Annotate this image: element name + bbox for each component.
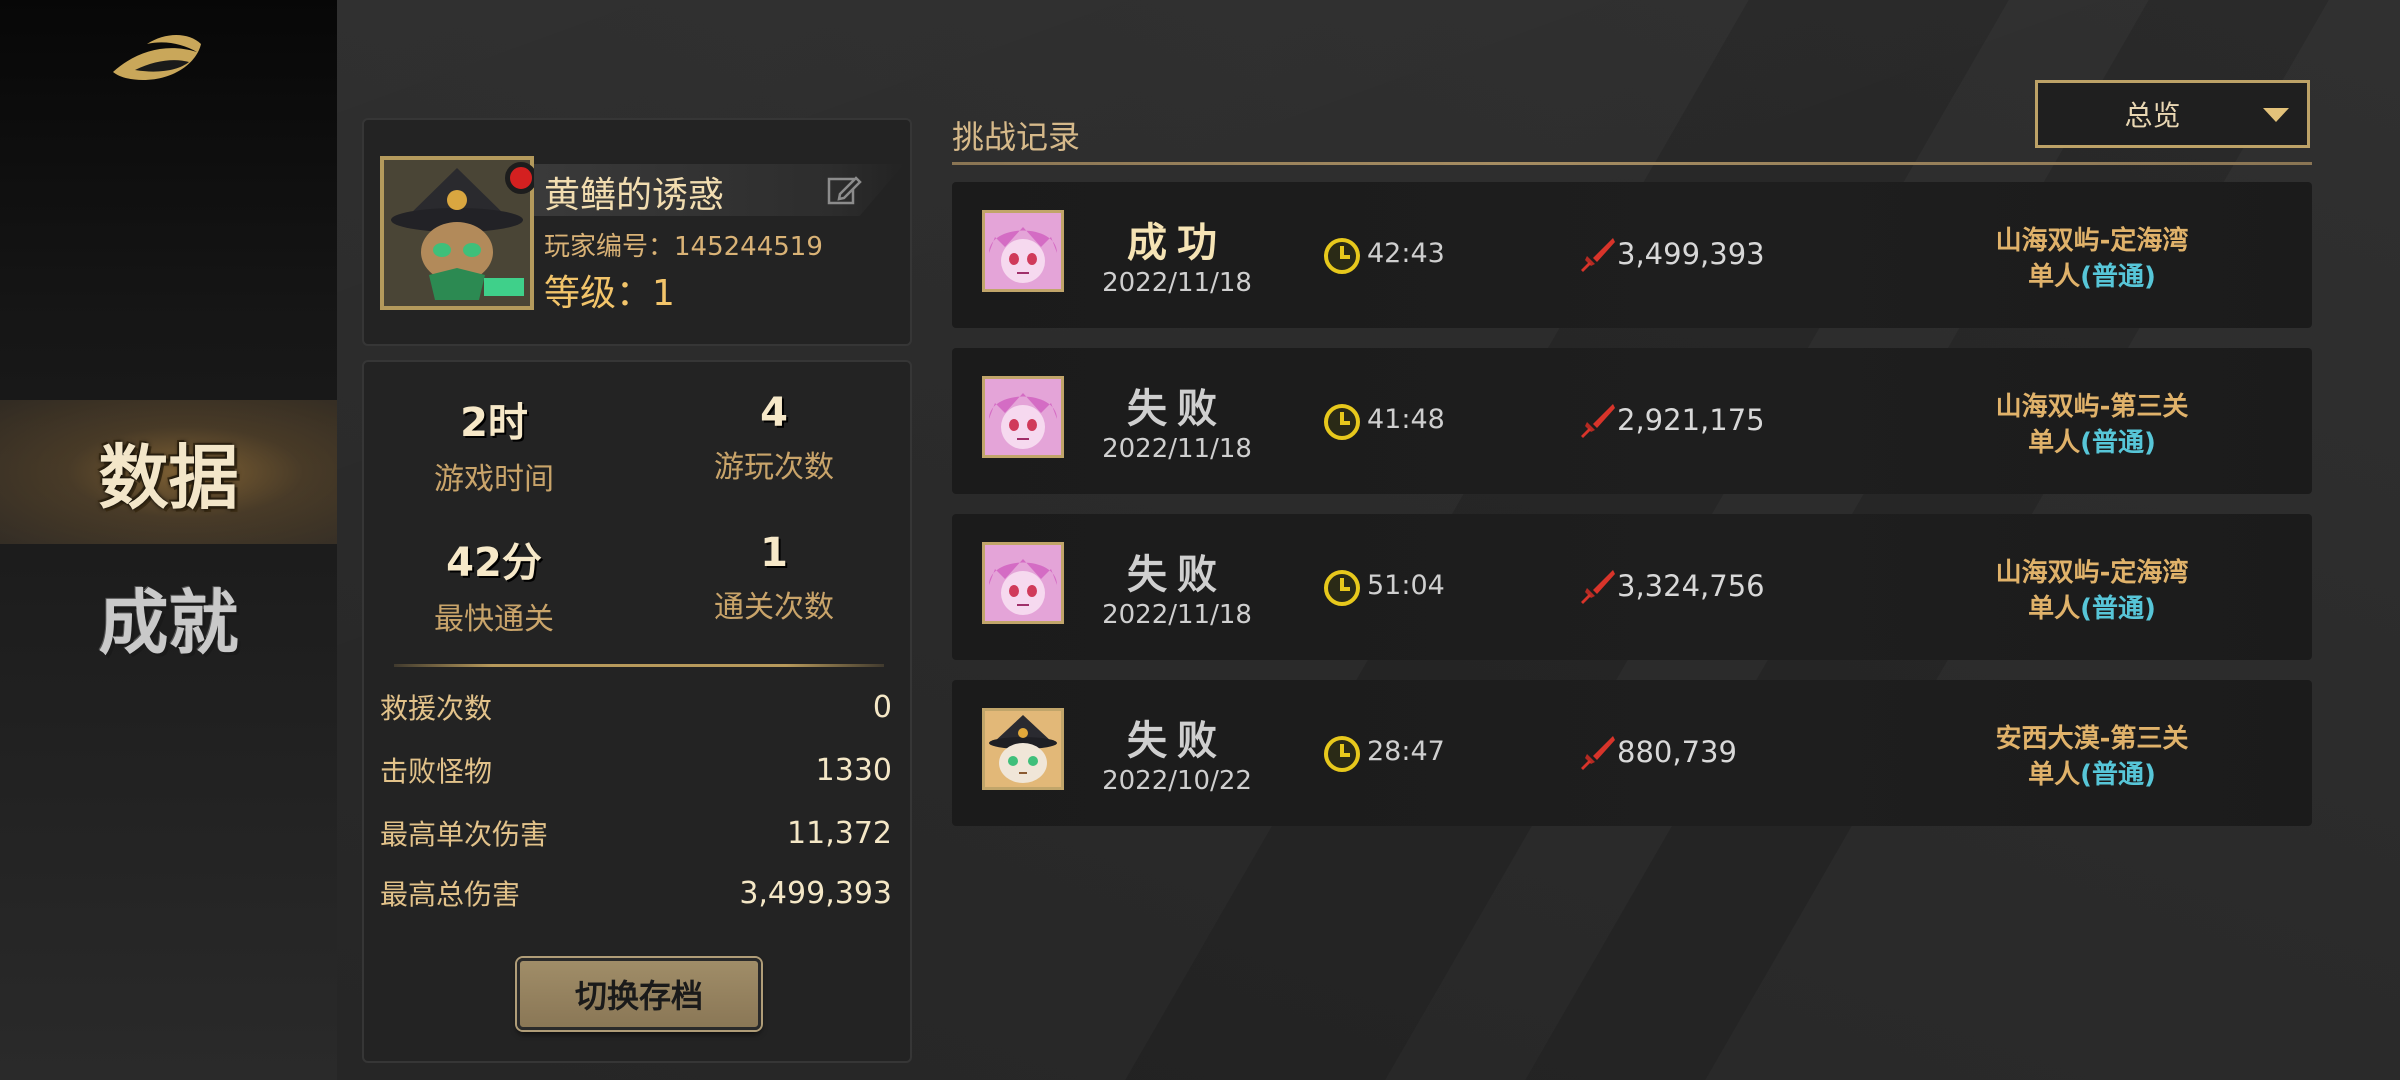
stat-clear-count: 1 通关次数: [644, 530, 904, 626]
sidebar-item-label: 数据: [98, 435, 239, 519]
record-damage: 880,739: [1617, 735, 1737, 769]
row-label: 救援次数: [380, 692, 493, 725]
record-row[interactable]: 失败 2022/11/18 51:04 3,324,756 山海双屿-定海湾 单…: [952, 514, 2312, 660]
record-time: 28:47: [1367, 736, 1445, 767]
character-avatar-pink: [982, 210, 1064, 292]
record-date: 2022/11/18: [1102, 434, 1252, 464]
sword-icon: [1581, 736, 1615, 770]
profile-card: 黄鳝的诱惑 玩家编号：145244519 等级：1: [362, 118, 912, 346]
stat-label: 游戏时间: [434, 462, 554, 497]
record-result: 失败: [1127, 717, 1227, 764]
divider: [394, 664, 884, 667]
player-id: 玩家编号：145244519: [544, 232, 823, 262]
record-stage: 安西大漠-第三关: [1995, 724, 2189, 754]
mode-difficulty: (普通): [2080, 594, 2156, 624]
row-value: 11,372: [787, 815, 892, 851]
row-value: 3,499,393: [739, 875, 892, 911]
stat-label: 通关次数: [714, 590, 834, 625]
record-date: 2022/11/18: [1102, 268, 1252, 298]
record-result: 成功: [1127, 219, 1227, 266]
record-row[interactable]: 失败 2022/10/22 28:47 880,739 安西大漠-第三关 单人(…: [952, 680, 2312, 826]
edit-name-icon[interactable]: [826, 172, 862, 208]
player-level: 等级：1: [544, 273, 675, 314]
record-mode: 单人(普通): [1962, 422, 2222, 459]
record-stage: 山海双屿-定海湾: [1995, 558, 2189, 588]
stat-row-max-single-damage: 最高单次伤害 11,372: [380, 808, 892, 858]
mode-solo: 单人: [2028, 262, 2081, 292]
clock-icon: [1324, 238, 1360, 274]
record-time: 41:48: [1367, 404, 1445, 435]
row-label: 击败怪物: [380, 755, 493, 788]
stat-value: 4: [760, 390, 788, 436]
clock-icon: [1324, 404, 1360, 440]
record-row[interactable]: 成功 2022/11/18 42:43 3,499,393 山海双屿-定海湾 单…: [952, 182, 2312, 328]
mode-difficulty: (普通): [2080, 428, 2156, 458]
character-avatar-pink: [982, 542, 1064, 624]
record-stage: 山海双屿-第三关: [1995, 392, 2189, 422]
record-damage: 3,324,756: [1617, 569, 1765, 603]
clock-icon: [1324, 736, 1360, 772]
record-mode: 单人(普通): [1962, 256, 2222, 293]
mode-solo: 单人: [2028, 428, 2081, 458]
player-name: 黄鳝的诱惑: [544, 175, 725, 216]
stat-fastest-clear: 42分 最快通关: [364, 530, 624, 638]
filter-selected: 总览: [2124, 99, 2181, 132]
record-date: 2022/10/22: [1102, 766, 1252, 796]
sidebar-item-achievements[interactable]: 成就: [0, 545, 337, 689]
sword-icon: [1581, 570, 1615, 604]
record-stage: 山海双屿-定海湾: [1995, 226, 2189, 256]
character-avatar-cat: [982, 708, 1064, 790]
sidebar-item-label: 成就: [98, 580, 239, 664]
row-value: 1330: [815, 752, 892, 788]
mode-difficulty: (普通): [2080, 760, 2156, 790]
stats-card: 2时 游戏时间 4 游玩次数 42分 最快通关 1 通关次数 救援次数 0 击败…: [362, 360, 912, 1063]
record-damage: 2,921,175: [1617, 403, 1765, 437]
game-logo-icon: [113, 35, 201, 80]
record-damage: 3,499,393: [1617, 237, 1765, 271]
notification-dot: [505, 162, 537, 194]
records-title: 挑战记录: [952, 118, 1081, 156]
record-row[interactable]: 失败 2022/11/18 41:48 2,921,175 山海双屿-第三关 单…: [952, 348, 2312, 494]
record-mode: 单人(普通): [1962, 754, 2222, 791]
record-result: 失败: [1127, 385, 1227, 432]
stat-value: 1: [760, 530, 788, 576]
sidebar-item-data[interactable]: 数据: [0, 400, 337, 544]
record-result: 失败: [1127, 551, 1227, 598]
stat-label: 最快通关: [434, 602, 554, 637]
sword-icon: [1581, 238, 1615, 272]
stat-value: 42分: [446, 540, 542, 586]
stat-value: 2时: [460, 400, 528, 446]
stat-row-monsters: 击败怪物 1330: [380, 745, 892, 795]
sword-icon: [1581, 404, 1615, 438]
mode-solo: 单人: [2028, 760, 2081, 790]
stat-label: 游玩次数: [714, 450, 834, 485]
records-divider: [952, 162, 2312, 165]
mode-solo: 单人: [2028, 594, 2081, 624]
row-label: 最高总伤害: [380, 878, 521, 911]
row-label: 最高单次伤害: [380, 818, 549, 851]
stat-play-count: 4 游玩次数: [644, 390, 904, 486]
clock-icon: [1324, 570, 1360, 606]
mode-difficulty: (普通): [2080, 262, 2156, 292]
stat-row-max-total-damage: 最高总伤害 3,499,393: [380, 868, 892, 918]
stat-row-rescues: 救援次数 0: [380, 682, 892, 732]
record-time: 51:04: [1367, 570, 1445, 601]
character-avatar-pink: [982, 376, 1064, 458]
record-date: 2022/11/18: [1102, 600, 1252, 630]
record-time: 42:43: [1367, 238, 1445, 269]
sidebar: 数据 成就: [0, 0, 337, 1080]
chevron-down-icon: [2263, 108, 2289, 122]
row-value: 0: [872, 689, 892, 725]
switch-save-button[interactable]: 切换存档: [517, 958, 761, 1030]
stat-play-time: 2时 游戏时间: [364, 390, 624, 498]
record-mode: 单人(普通): [1962, 588, 2222, 625]
filter-dropdown[interactable]: 总览: [2035, 80, 2310, 148]
